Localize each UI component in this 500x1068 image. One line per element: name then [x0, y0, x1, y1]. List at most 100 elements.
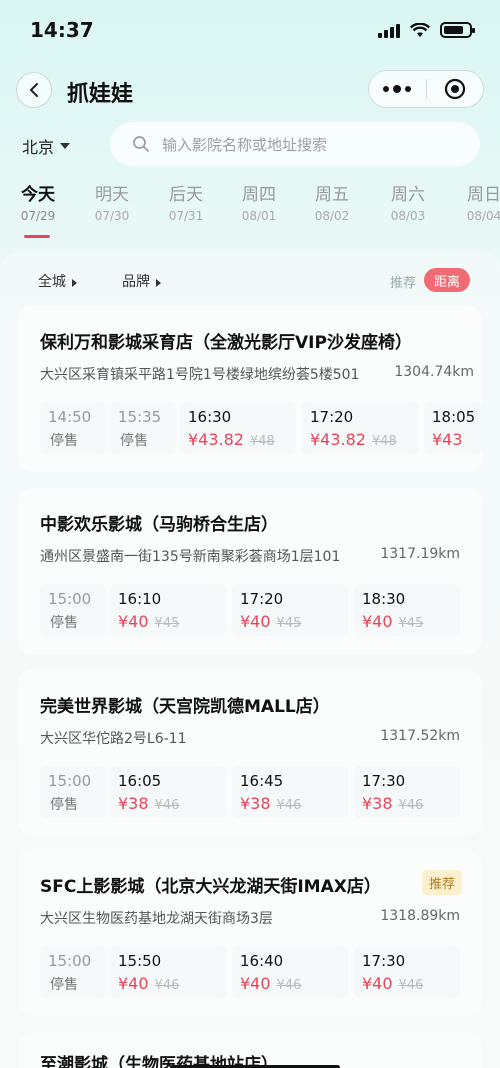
cinema-card[interactable]: 完美世界影城（天宫院凯德MALL店） 大兴区华佗路2号L6-11 1317.52… [18, 670, 482, 836]
date-tab-date: 08/01 [241, 209, 277, 223]
session-time: 17:30 [362, 772, 406, 790]
session-price: ¥40 [362, 974, 393, 993]
date-tab[interactable]: 周日 08/04 [454, 180, 500, 223]
session-slot[interactable]: 17:30 ¥40 ¥46 [354, 946, 460, 998]
session-price: ¥43.82 [310, 430, 366, 449]
session-time: 15:00 [48, 590, 92, 608]
session-slot[interactable]: 15:00 停售 [40, 584, 106, 636]
cinema-card[interactable]: SFC上影影城（北京大兴龙湖天街IMAX店） 推荐 大兴区生物医药基地龙湖天街商… [18, 850, 482, 1016]
page-title: 抓娃娃 [67, 82, 134, 107]
session-original-price: ¥46 [398, 798, 424, 813]
session-original-price: ¥46 [276, 978, 302, 993]
sort-distance[interactable]: 距离 [424, 268, 470, 292]
session-original-price: ¥48 [249, 434, 275, 449]
close-button[interactable] [427, 78, 484, 100]
cinema-distance: 1304.74km [394, 364, 474, 380]
search-placeholder: 输入影院名称或地址搜索 [162, 135, 328, 154]
cinema-name: SFC上影影城（北京大兴龙湖天街IMAX店） [40, 877, 381, 897]
target-icon [444, 78, 465, 100]
session-price: ¥40 [362, 612, 393, 631]
session-slot[interactable]: 15:35 停售 [110, 402, 176, 454]
recommend-badge: 推荐 [421, 870, 462, 895]
session-price: ¥40 [118, 974, 149, 993]
session-slot[interactable]: 17:20 ¥40 ¥45 [232, 584, 348, 636]
caret-right-icon [72, 278, 77, 287]
date-tab-day: 后天 [169, 185, 203, 205]
caret-down-icon [60, 143, 71, 149]
date-tab[interactable]: 明天 07/30 [82, 180, 142, 223]
nav-bar: 抓娃娃 [0, 70, 500, 110]
session-time: 15:00 [48, 952, 92, 970]
date-tab-date: 07/31 [168, 209, 204, 223]
cinema-distance: 1317.52km [380, 728, 460, 744]
battery-icon [440, 22, 475, 38]
session-status: 停售 [50, 615, 78, 631]
session-price: ¥40 [240, 974, 271, 993]
session-slot[interactable]: 18:05 ¥43 [424, 402, 482, 454]
status-icons [378, 22, 475, 38]
more-button[interactable] [369, 84, 426, 93]
session-time: 15:00 [48, 772, 92, 790]
cinema-distance: 1318.89km [380, 908, 460, 924]
cinema-address: 大兴区华佗路2号L6-11 [40, 731, 187, 747]
date-tab-day: 周四 [242, 185, 276, 205]
session-time: 17:20 [310, 408, 354, 426]
session-slot[interactable]: 16:10 ¥40 ¥45 [110, 584, 226, 636]
search-row: 北京 输入影院名称或地址搜索 [0, 122, 500, 166]
session-original-price: ¥46 [154, 798, 180, 813]
area-filter-label: 全城 [38, 274, 66, 290]
session-price: ¥38 [362, 794, 393, 813]
date-tab[interactable]: 周五 08/02 [302, 180, 362, 223]
session-time: 16:05 [118, 772, 162, 790]
sort-recommend[interactable]: 推荐 [390, 272, 416, 291]
date-tabs: 今天 07/29 明天 07/30 后天 07/31 周四 08/01 周五 08/02 … [0, 180, 500, 242]
session-slot[interactable]: 16:05 ¥38 ¥46 [110, 766, 226, 818]
session-slot[interactable]: 16:45 ¥38 ¥46 [232, 766, 348, 818]
cinema-name: 完美世界影城（天宫院凯德MALL店） [40, 697, 330, 717]
session-price: ¥38 [118, 794, 149, 813]
session-slot[interactable]: 17:20 ¥43.82 ¥48 [302, 402, 418, 454]
session-original-price: ¥45 [154, 616, 180, 631]
search-icon [133, 136, 149, 152]
session-original-price: ¥45 [398, 616, 424, 631]
cinema-card[interactable]: 保利万和影城采育店（全激光影厅VIP沙发座椅） 大兴区采育镇采平路1号院1号楼绿… [18, 306, 482, 472]
session-slot[interactable]: 17:30 ¥38 ¥46 [354, 766, 460, 818]
session-slot[interactable]: 15:00 停售 [40, 946, 106, 998]
date-tab[interactable]: 周四 08/01 [229, 180, 289, 223]
date-tab[interactable]: 后天 07/31 [156, 180, 216, 223]
session-slot[interactable]: 15:00 停售 [40, 766, 106, 818]
session-time: 16:30 [188, 408, 232, 426]
session-time: 17:20 [240, 590, 284, 608]
date-tab-date: 07/30 [94, 209, 130, 223]
session-price: ¥38 [240, 794, 271, 813]
status-time: 14:37 [30, 18, 94, 42]
cinema-name: 保利万和影城采育店（全激光影厅VIP沙发座椅） [40, 333, 412, 353]
area-filter[interactable]: 全城 [38, 271, 77, 291]
cinema-address: 大兴区采育镇采平路1号院1号楼绿地缤纷荟5楼501 [40, 367, 360, 383]
city-selector[interactable]: 北京 [22, 134, 71, 158]
session-slot[interactable]: 16:40 ¥40 ¥46 [232, 946, 348, 998]
cinema-card[interactable]: 至潮影城（生物医药基地站店） [18, 1032, 482, 1068]
date-tab-day: 周五 [315, 185, 349, 205]
signal-icon [378, 23, 400, 38]
session-status: 停售 [50, 433, 78, 449]
date-tab[interactable]: 今天 07/29 [8, 180, 68, 223]
session-slot[interactable]: 16:30 ¥43.82 ¥48 [180, 402, 296, 454]
date-tab[interactable]: 周六 08/03 [378, 180, 438, 223]
cinema-card[interactable]: 中影欢乐影城（马驹桥合生店） 通州区景盛南一街135号新南聚彩荟商场1层101 … [18, 488, 482, 654]
date-tab-date: 08/02 [314, 209, 350, 223]
session-slot[interactable]: 15:50 ¥40 ¥46 [110, 946, 226, 998]
back-button[interactable] [16, 72, 52, 108]
session-slot[interactable]: 14:50 停售 [40, 402, 106, 454]
search-input[interactable]: 输入影院名称或地址搜索 [110, 122, 480, 166]
session-time: 15:35 [118, 408, 162, 426]
session-time: 16:40 [240, 952, 284, 970]
session-time: 14:50 [48, 408, 92, 426]
cinema-distance: 1317.19km [380, 546, 460, 562]
session-original-price: ¥48 [371, 434, 397, 449]
brand-filter[interactable]: 品牌 [122, 271, 161, 291]
wifi-icon [410, 22, 430, 37]
session-time: 18:30 [362, 590, 406, 608]
session-price: ¥43.82 [188, 430, 244, 449]
session-slot[interactable]: 18:30 ¥40 ¥45 [354, 584, 460, 636]
